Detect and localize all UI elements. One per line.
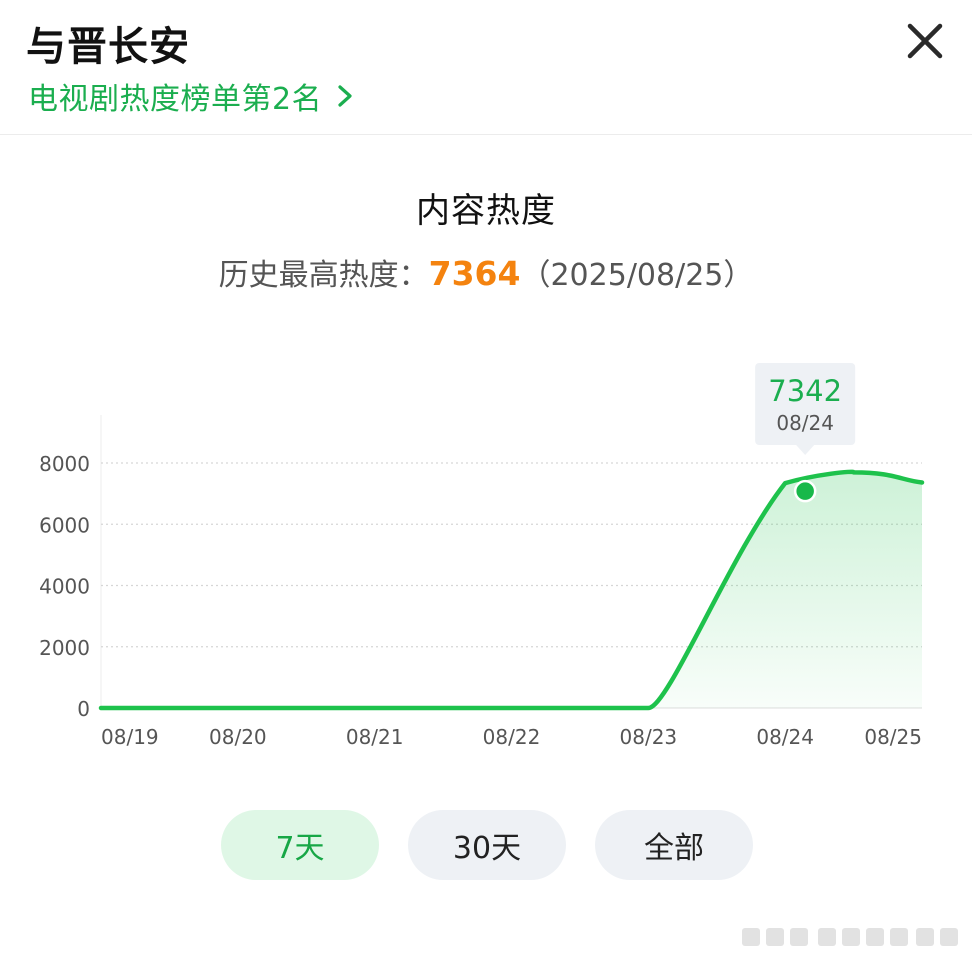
tab-7-days[interactable]: 7天 (221, 810, 379, 880)
tab-30-days[interactable]: 30天 (408, 810, 566, 880)
x-tick-label: 08/20 (209, 725, 267, 749)
x-tick-label: 08/25 (864, 725, 922, 749)
tooltip-value: 7342 (768, 374, 842, 408)
x-tick-label: 08/22 (483, 725, 541, 749)
tooltip-pointer (796, 445, 815, 455)
x-tick-label: 08/19 (101, 725, 159, 749)
heat-line-chart: 0 2000 4000 6000 8000 08/19 08/20 08/21 08/22 08/… (39, 363, 925, 749)
tab-label: 30天 (452, 831, 522, 866)
y-tick-label: 0 (77, 697, 90, 721)
range-tabs: 7天 30天 全部 (0, 810, 972, 880)
x-tick-label: 08/24 (756, 725, 814, 749)
tooltip-date: 08/24 (776, 411, 834, 435)
tab-label: 7天 (275, 831, 325, 866)
y-tick-label: 4000 (39, 575, 90, 599)
x-tick-label: 08/21 (346, 725, 404, 749)
series-area (101, 471, 922, 708)
y-tick-label: 8000 (39, 452, 90, 476)
x-tick-label: 08/23 (620, 725, 678, 749)
tab-all[interactable]: 全部 (595, 810, 753, 880)
highlight-point (793, 479, 817, 503)
watermark-logo (742, 928, 958, 946)
y-tick-label: 2000 (39, 636, 90, 660)
tab-label: 全部 (644, 831, 704, 866)
y-tick-label: 6000 (39, 513, 90, 537)
